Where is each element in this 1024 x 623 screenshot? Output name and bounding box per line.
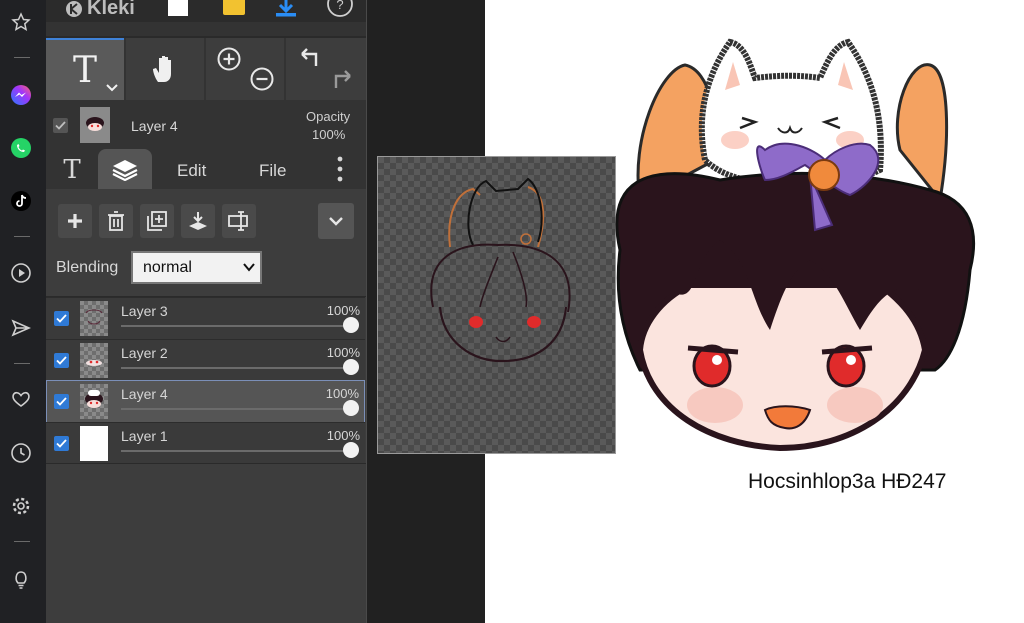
artist-signature: Hocsinhlop3a HĐ247: [748, 470, 947, 493]
layer-name: Layer 3: [121, 303, 168, 319]
text-tool-icon: T: [72, 49, 97, 91]
play-icon[interactable]: [9, 261, 33, 285]
kleki-logo-icon: [66, 0, 82, 17]
layer-thumbnail: [80, 384, 108, 419]
layer-opacity-slider[interactable]: [121, 450, 351, 452]
help-icon[interactable]: ?: [326, 0, 354, 23]
layer-row-selected[interactable]: Layer 4 100%: [46, 380, 365, 423]
blending-mode-select[interactable]: normal: [131, 251, 262, 284]
pin-icon[interactable]: [9, 10, 33, 34]
clock-icon[interactable]: [9, 441, 33, 465]
bulb-icon[interactable]: [9, 567, 33, 591]
send-icon[interactable]: [9, 316, 33, 340]
current-layer-thumbnail: [80, 107, 110, 143]
zoom-buttons: [206, 38, 284, 100]
layer-opacity-slider-knob[interactable]: [343, 359, 359, 375]
download-icon[interactable]: [274, 0, 298, 23]
layer-opacity: 100%: [326, 345, 360, 360]
delete-layer-button[interactable]: [99, 204, 133, 238]
chevron-down-icon: [329, 217, 343, 226]
kleki-logo-text: Kleki: [87, 0, 135, 19]
layer-name: Layer 4: [121, 386, 168, 402]
merge-down-button[interactable]: [181, 204, 215, 238]
chibi-artwork: [615, 38, 976, 452]
rename-layer-button[interactable]: [222, 204, 256, 238]
chevron-down-icon[interactable]: [106, 84, 118, 92]
layer-visibility-checkbox[interactable]: [54, 394, 69, 409]
layer-opacity-slider-knob[interactable]: [343, 400, 359, 416]
undo-icon[interactable]: [298, 46, 324, 70]
sidebar-divider: [14, 363, 30, 364]
hand-icon: [153, 56, 171, 82]
trash-icon: [108, 211, 124, 231]
text-tool-button[interactable]: T: [46, 38, 124, 100]
sidebar-divider: [14, 57, 30, 58]
layer-preview-popup: [377, 156, 616, 454]
current-layer-visibility-checkbox[interactable]: [53, 118, 68, 133]
layer-row[interactable]: Layer 2 100%: [46, 339, 365, 381]
kleki-logo: Kleki: [64, 0, 135, 20]
current-layer-name: Layer 4: [131, 118, 178, 134]
layer-name: Layer 2: [121, 345, 168, 361]
layer-preview-drawing: [430, 177, 571, 363]
zoom-out-icon[interactable]: [249, 66, 275, 92]
layer-opacity-slider-knob[interactable]: [343, 317, 359, 333]
layer-opacity-slider[interactable]: [121, 367, 351, 369]
duplicate-icon: [147, 211, 167, 231]
layer-name: Layer 1: [121, 428, 168, 444]
layer-visibility-checkbox[interactable]: [54, 436, 69, 451]
whatsapp-icon[interactable]: [9, 136, 33, 160]
new-image-icon[interactable]: [168, 0, 188, 16]
layer-opacity: 100%: [326, 428, 360, 443]
layer-opacity: 100%: [326, 303, 360, 318]
more-menu-icon[interactable]: [333, 154, 347, 184]
layer-thumbnail: [80, 426, 108, 461]
gear-icon[interactable]: [9, 494, 33, 518]
tiktok-icon[interactable]: [9, 189, 33, 213]
tab-edit[interactable]: Edit: [177, 161, 206, 181]
blending-mode-value: normal: [143, 259, 192, 276]
layer-opacity-slider[interactable]: [121, 325, 351, 327]
undo-redo-buttons: [286, 38, 366, 100]
layer-row[interactable]: Layer 1 100%: [46, 422, 365, 464]
layers-icon: [112, 160, 138, 181]
duplicate-layer-button[interactable]: [140, 204, 174, 238]
rename-icon: [228, 211, 248, 231]
sidebar-divider: [14, 236, 30, 237]
zoom-in-icon[interactable]: [216, 46, 242, 72]
layer-opacity: 100%: [325, 386, 359, 401]
messenger-icon[interactable]: [9, 83, 33, 107]
sidebar-divider: [14, 541, 30, 542]
hand-tool-button[interactable]: [126, 38, 204, 100]
chevron-down-icon: [243, 263, 255, 272]
heart-icon[interactable]: [9, 387, 33, 411]
layer-visibility-checkbox[interactable]: [54, 353, 69, 368]
layer-opacity-slider-knob[interactable]: [343, 442, 359, 458]
redo-icon[interactable]: [328, 68, 354, 92]
tab-layers[interactable]: [98, 149, 152, 189]
layer-row[interactable]: Layer 3 100%: [46, 297, 365, 339]
open-folder-icon[interactable]: [223, 0, 245, 15]
layer-thumbnail: [80, 343, 108, 378]
opacity-value: 100%: [312, 127, 346, 142]
svg-text:?: ?: [336, 0, 343, 12]
add-layer-button[interactable]: [58, 204, 92, 238]
blending-label: Blending: [56, 259, 119, 276]
layer-thumbnail: [80, 301, 108, 336]
expand-options-button[interactable]: [318, 203, 354, 239]
tab-text[interactable]: T: [52, 151, 92, 189]
layer-opacity-slider[interactable]: [121, 408, 351, 410]
merge-down-icon: [189, 212, 207, 230]
opacity-label: Opacity: [306, 109, 351, 124]
tab-file[interactable]: File: [259, 161, 286, 181]
plus-icon: [68, 214, 82, 228]
browser-sidebar: [0, 0, 46, 623]
layer-visibility-checkbox[interactable]: [54, 311, 69, 326]
